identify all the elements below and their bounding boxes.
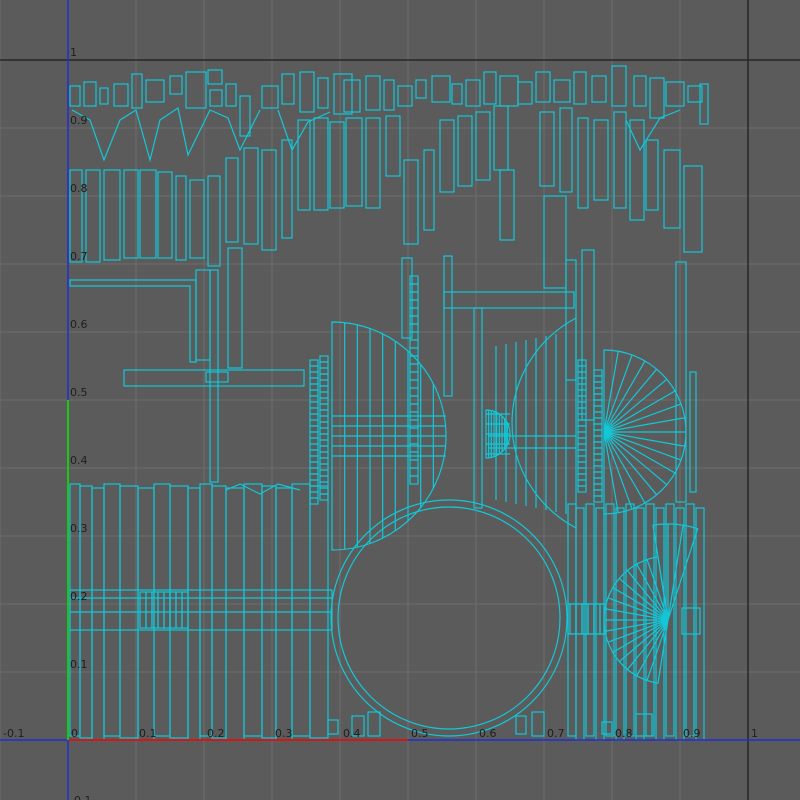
u-tick-label: 0 [71,727,78,740]
u-tick-label: 0.6 [479,727,497,740]
uv-canvas[interactable]: -0.1 0 0.1 0.2 0.3 0.4 0.5 0.6 0.7 0.8 0.9 1 -0.1 0.1… [0,0,800,800]
v-tick-label: 0.8 [70,182,88,195]
u-tick-label: 1 [751,727,758,740]
v-tick-label: 0.3 [70,522,88,535]
u-tick-label: 0.4 [343,727,361,740]
v-tick-label: 0.1 [70,658,88,671]
u-tick-label: -0.1 [3,727,24,740]
u-tick-label: 0.5 [411,727,429,740]
u-tick-label: 0.9 [683,727,701,740]
v-tick-label: 0.6 [70,318,88,331]
v-tick-label: 0.9 [70,114,88,127]
u-tick-label: 0.8 [615,727,633,740]
uv-editor-viewport[interactable]: -0.1 0 0.1 0.2 0.3 0.4 0.5 0.6 0.7 0.8 0.9 1 -0.1 0.1… [0,0,800,800]
v-tick-label: 1 [70,46,77,59]
v-tick-label: 0.2 [70,590,88,603]
v-tick-label: 0.7 [70,250,88,263]
u-tick-label: 0.3 [275,727,293,740]
v-tick-label: 0.5 [70,386,88,399]
u-tick-label: 0.1 [139,727,157,740]
v-tick-label: -0.1 [70,794,91,800]
v-tick-label: 0.4 [70,454,88,467]
u-tick-label: 0.2 [207,727,225,740]
u-tick-label: 0.7 [547,727,565,740]
